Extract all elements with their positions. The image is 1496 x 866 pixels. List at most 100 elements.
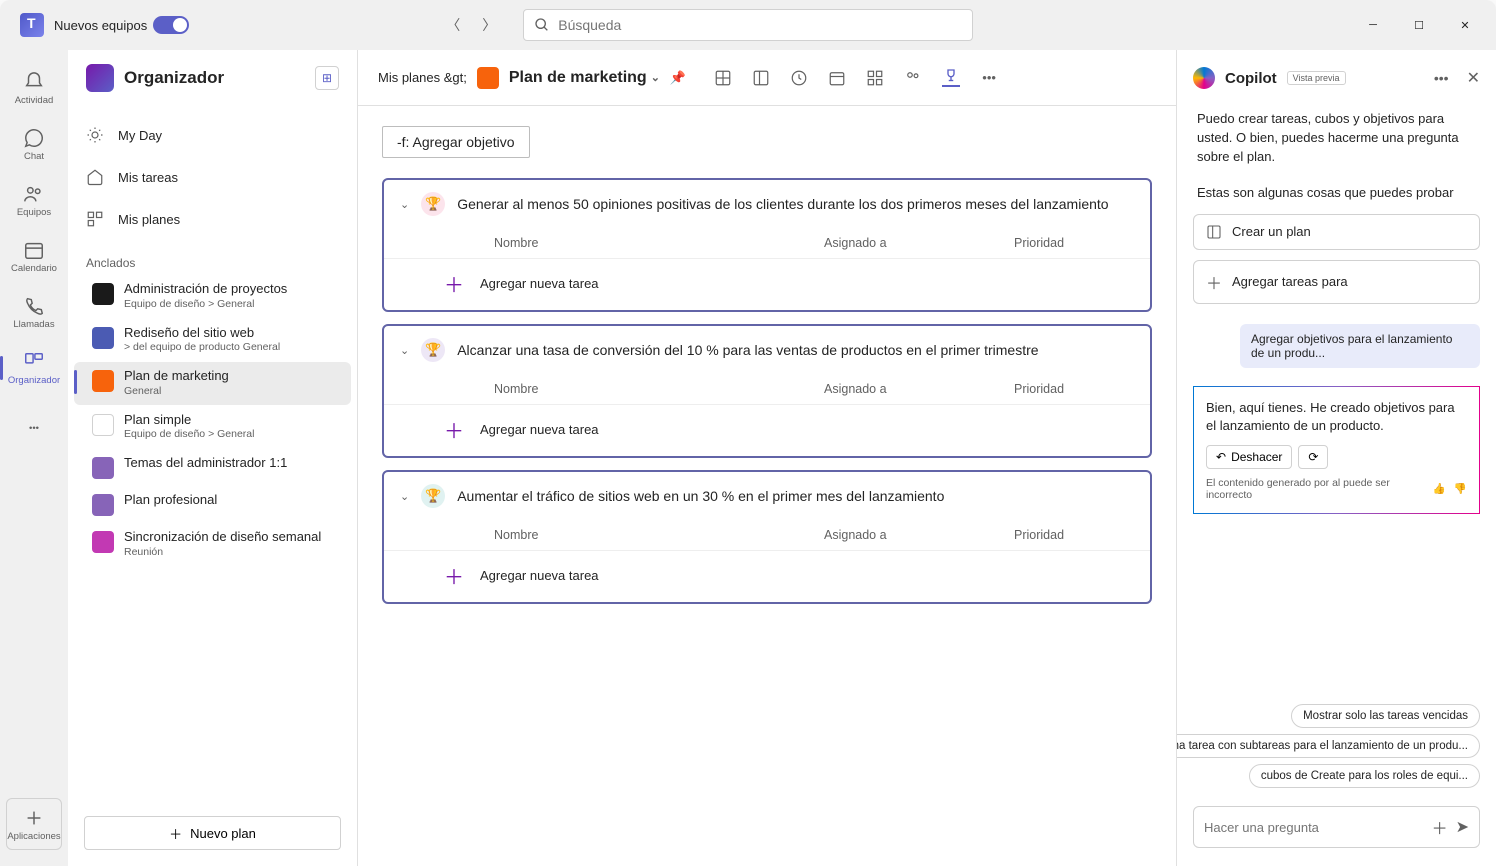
- add-task-row[interactable]: ＋ Agregar nueva tarea: [384, 258, 1150, 310]
- copilot-panel: Copilot Vista previa ••• ✕ Puedo crear t…: [1176, 50, 1496, 866]
- calendar-icon: [23, 239, 45, 261]
- rail-calls[interactable]: Llamadas: [6, 286, 62, 338]
- sidebar-pin-4[interactable]: Temas del administrador 1:1: [74, 449, 351, 485]
- nav-back-button[interactable]: 〈: [439, 11, 467, 39]
- chevron-down-icon[interactable]: ⌄: [400, 490, 409, 503]
- minimize-button[interactable]: ─: [1352, 9, 1394, 41]
- home-icon: [86, 168, 104, 186]
- add-task-label: Agregar nueva tarea: [480, 568, 599, 583]
- add-task-row[interactable]: ＋ Agregar nueva tarea: [384, 550, 1150, 602]
- pin-name: Plan de marketing: [124, 368, 229, 385]
- trophy-icon: 🏆: [421, 192, 445, 216]
- col-priority: Prioridad: [1014, 236, 1064, 250]
- rail-more[interactable]: •••: [6, 402, 62, 454]
- nav-myplans[interactable]: Mis planes: [68, 198, 357, 240]
- pin-sub: Equipo de diseño > General: [124, 428, 254, 442]
- close-window-button[interactable]: ✕: [1444, 9, 1486, 41]
- phone-icon: [23, 295, 45, 317]
- new-tab-button[interactable]: ⊞: [315, 66, 339, 90]
- col-name: Nombre: [494, 382, 784, 396]
- refresh-icon: ⟳: [1308, 450, 1318, 464]
- nav-forward-button[interactable]: 〉: [475, 11, 503, 39]
- pin-sub: General: [124, 385, 229, 399]
- new-teams-toggle[interactable]: [153, 16, 189, 34]
- send-button[interactable]: ➤: [1456, 817, 1469, 837]
- nav-mytasks[interactable]: Mis tareas: [68, 156, 357, 198]
- chevron-down-icon[interactable]: ⌄: [400, 344, 409, 357]
- copilot-close-button[interactable]: ✕: [1467, 68, 1480, 88]
- sidebar: Organizador ⊞ My Day Mis tareas Mis plan…: [68, 50, 358, 866]
- copilot-input-box[interactable]: ＋ ➤: [1193, 806, 1480, 848]
- plan-title[interactable]: Plan de marketing ⌄: [509, 69, 660, 87]
- search-input[interactable]: [558, 17, 962, 33]
- search-icon: [534, 17, 550, 33]
- col-assigned: Asignado a: [824, 236, 974, 250]
- rail-chat[interactable]: Chat: [6, 118, 62, 170]
- col-priority: Prioridad: [1014, 528, 1064, 542]
- goal-card-1: ⌄ 🏆 Alcanzar una tasa de conversión del …: [382, 324, 1152, 458]
- pin-icon-0: [92, 283, 114, 305]
- tab-timeline[interactable]: [790, 69, 808, 87]
- copilot-more-button[interactable]: •••: [1434, 70, 1449, 86]
- tab-people[interactable]: [904, 69, 922, 87]
- pinned-section-label: Anclados: [68, 248, 357, 274]
- chevron-down-icon[interactable]: ⌄: [400, 198, 409, 211]
- tab-grid[interactable]: [714, 69, 732, 87]
- goal-title[interactable]: Aumentar el tráfico de sitios web en un …: [457, 488, 944, 504]
- regenerate-button[interactable]: ⟳: [1298, 445, 1328, 469]
- add-task-row[interactable]: ＋ Agregar nueva tarea: [384, 404, 1150, 456]
- thumbs-down-button[interactable]: 👎: [1454, 482, 1467, 495]
- rail-teams[interactable]: Equipos: [6, 174, 62, 226]
- suggestion-3[interactable]: cubos de Create para los roles de equi..…: [1249, 764, 1480, 788]
- pin-name: Sincronización de diseño semanal: [124, 529, 321, 546]
- chat-icon: [23, 127, 45, 149]
- new-plan-button[interactable]: ＋Nuevo plan: [84, 816, 341, 850]
- tab-more[interactable]: •••: [980, 69, 998, 87]
- tab-goals[interactable]: [942, 69, 960, 87]
- rail-apps[interactable]: Aplicaciones: [6, 798, 62, 850]
- pin-name: Administración de proyectos: [124, 281, 287, 298]
- plus-icon: ＋: [444, 561, 464, 590]
- tab-charts[interactable]: [866, 69, 884, 87]
- suggestion-1[interactable]: Mostrar solo las tareas vencidas: [1291, 704, 1480, 728]
- sidebar-pin-5[interactable]: Plan profesional: [74, 486, 351, 522]
- add-goal-button[interactable]: -f: Agregar objetivo: [382, 126, 530, 158]
- search-box[interactable]: [523, 9, 973, 41]
- pin-icon[interactable]: 📌: [670, 70, 686, 86]
- undo-button[interactable]: ↶Deshacer: [1206, 445, 1292, 469]
- plan-color-icon: [477, 67, 499, 89]
- rail-planner[interactable]: Organizador: [6, 342, 62, 394]
- planner-icon: [23, 351, 45, 373]
- sidebar-pin-0[interactable]: Administración de proyectosEquipo de dis…: [74, 275, 351, 318]
- undo-icon: ↶: [1216, 450, 1226, 464]
- copilot-create-plan-action[interactable]: Crear un plan: [1193, 214, 1480, 250]
- breadcrumb[interactable]: Mis planes &gt;: [378, 70, 467, 85]
- rail-activity[interactable]: Actividad: [6, 62, 62, 114]
- copilot-input[interactable]: [1204, 820, 1424, 835]
- maximize-button[interactable]: ☐: [1398, 9, 1440, 41]
- pin-icon-1: [92, 327, 114, 349]
- trophy-icon: 🏆: [421, 338, 445, 362]
- tab-board[interactable]: [752, 69, 770, 87]
- goal-title[interactable]: Alcanzar una tasa de conversión del 10 %…: [457, 342, 1038, 358]
- suggestion-2[interactable]: Agregar una tarea con subtareas para el …: [1177, 734, 1480, 758]
- sidebar-pin-3[interactable]: Plan simpleEquipo de diseño > General: [74, 406, 351, 449]
- tab-schedule[interactable]: [828, 69, 846, 87]
- rail-calendar[interactable]: Calendario: [6, 230, 62, 282]
- pin-name: Rediseño del sitio web: [124, 325, 280, 342]
- sidebar-pin-2[interactable]: Plan de marketingGeneral: [74, 362, 351, 405]
- copilot-response-text: Bien, aquí tienes. He creado objetivos p…: [1206, 399, 1467, 435]
- col-assigned: Asignado a: [824, 382, 974, 396]
- new-teams-label: Nuevos equipos: [54, 18, 147, 33]
- pin-icon-5: [92, 494, 114, 516]
- copilot-add-tasks-action[interactable]: ＋Agregar tareas para: [1193, 260, 1480, 304]
- attach-button[interactable]: ＋: [1432, 815, 1448, 839]
- nav-myday[interactable]: My Day: [68, 114, 357, 156]
- goal-title[interactable]: Generar al menos 50 opiniones positivas …: [457, 196, 1108, 212]
- sun-icon: [86, 126, 104, 144]
- thumbs-up-button[interactable]: 👍: [1433, 482, 1446, 495]
- sidebar-pin-1[interactable]: Rediseño del sitio web> del equipo de pr…: [74, 319, 351, 362]
- people-icon: [23, 183, 45, 205]
- planner-logo-icon: [86, 64, 114, 92]
- sidebar-pin-6[interactable]: Sincronización de diseño semanalReunión: [74, 523, 351, 566]
